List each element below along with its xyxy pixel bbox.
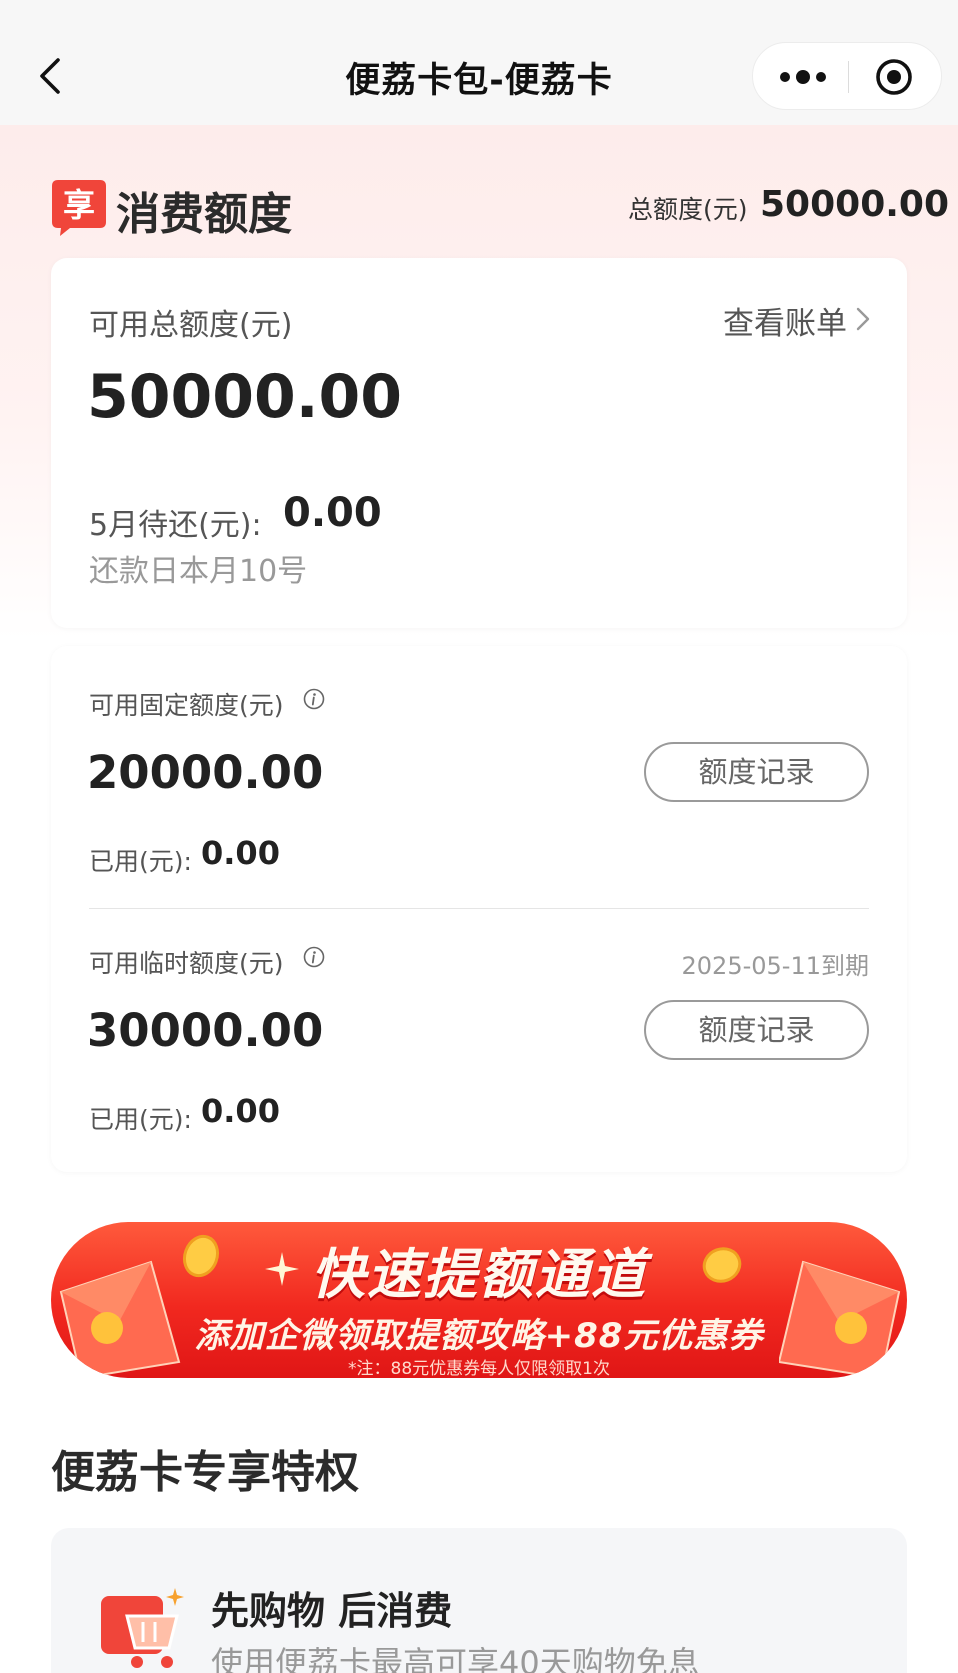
temp-used-value: 0.00 [201, 1092, 280, 1130]
quota-boost-banner[interactable]: 快速提额通道 添加企微领取提额攻略+88元优惠券 *注：88元优惠券每人仅限领取… [51, 1222, 907, 1378]
divider-line [89, 908, 869, 909]
available-total-value: 50000.00 [87, 362, 403, 432]
fixed-quota-record-button[interactable]: 额度记录 [644, 742, 869, 802]
fixed-quota-value: 20000.00 [87, 746, 324, 799]
shopping-cart-icon [101, 1588, 184, 1668]
privilege-item[interactable]: 先购物 后消费 使用便荔卡最高可享40天购物免息 [51, 1528, 907, 1673]
banner-title: 快速提额通道 [311, 1243, 647, 1306]
privilege-description: 使用便荔卡最高可享40天购物免息 [211, 1644, 700, 1673]
banner-note: *注：88元优惠券每人仅限领取1次 [348, 1359, 610, 1378]
temp-quota-label: 可用临时额度(元) [89, 949, 284, 978]
quota-detail-card: 可用固定额度(元) 20000.00 额度记录 已用(元): 0.00 可用临时… [51, 646, 907, 1172]
logo-text: 享 [63, 186, 95, 224]
section-title: 消费额度 [116, 189, 292, 240]
mini-program-capsule [752, 42, 942, 110]
enjoy-logo-icon: 享 [52, 180, 106, 236]
view-bill-link[interactable]: 查看账单 [723, 298, 847, 343]
privileges-section-title: 便荔卡专享特权 [51, 1447, 359, 1498]
banner-subtitle: 添加企微领取提额攻略+88元优惠券 [194, 1316, 764, 1356]
fixed-used-label: 已用(元): [89, 847, 192, 876]
repay-day-text: 还款日本月10号 [89, 554, 308, 589]
fixed-used-value: 0.00 [201, 834, 280, 872]
more-dots-icon[interactable] [775, 61, 831, 93]
temp-quota-expiry: 2025-05-11到期 [681, 952, 869, 980]
due-label: 5月待还(元): [89, 508, 262, 543]
temp-used-label: 已用(元): [89, 1105, 192, 1134]
summary-card: 可用总额度(元) 查看账单 50000.00 5月待还(元): 0.00 还款日… [51, 258, 907, 628]
temp-quota-record-button[interactable]: 额度记录 [644, 1000, 869, 1060]
navigation-bar: 便荔卡包-便荔卡 [0, 0, 958, 125]
capsule-divider [848, 61, 849, 93]
privilege-title: 先购物 后消费 [211, 1589, 453, 1633]
info-icon[interactable] [303, 946, 325, 968]
due-value: 0.00 [283, 490, 382, 536]
available-total-label: 可用总额度(元) [89, 308, 293, 343]
total-quota-value: 50000.00 [760, 184, 950, 225]
temp-quota-value: 30000.00 [87, 1004, 324, 1057]
fixed-quota-label: 可用固定额度(元) [89, 691, 284, 720]
info-icon[interactable] [303, 688, 325, 710]
chevron-right-icon[interactable] [855, 306, 871, 332]
total-quota-label: 总额度(元) [628, 195, 748, 224]
target-circle-icon[interactable] [875, 58, 913, 96]
